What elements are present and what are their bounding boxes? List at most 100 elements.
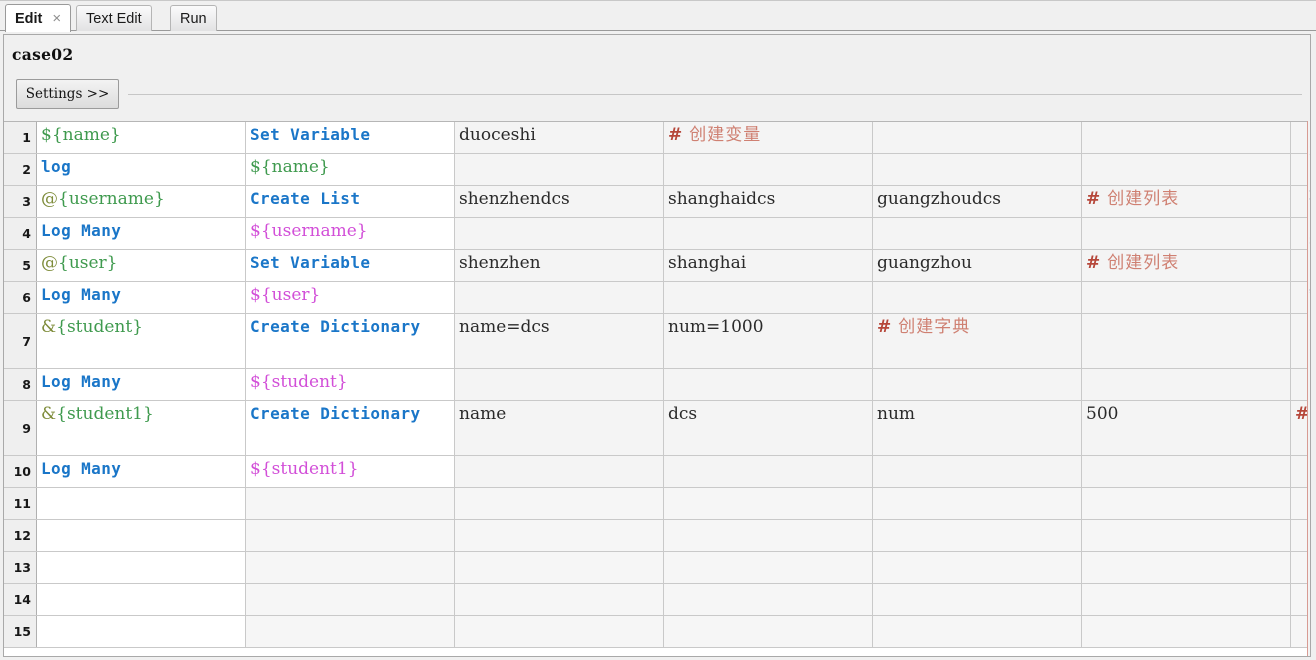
grid-cell[interactable]: shenzhendcs xyxy=(455,186,664,217)
grid-cell[interactable] xyxy=(1082,154,1291,185)
grid-cell[interactable]: &{student1} xyxy=(37,401,246,455)
grid-cell[interactable]: duoceshi xyxy=(455,122,664,153)
grid-cell[interactable]: Create Dictionary xyxy=(246,401,455,455)
grid-row[interactable]: 8 Log Many ${student} xyxy=(4,369,1310,401)
grid-cell[interactable]: Set Variable xyxy=(246,122,455,153)
grid-cell[interactable] xyxy=(455,456,664,487)
grid-cell[interactable] xyxy=(455,154,664,185)
grid-cell[interactable] xyxy=(1082,369,1291,400)
grid-cell[interactable]: 500 xyxy=(1082,401,1291,455)
grid-cell[interactable] xyxy=(1082,584,1291,615)
grid-cell[interactable] xyxy=(37,520,246,551)
grid-cell[interactable] xyxy=(1082,218,1291,249)
grid-cell[interactable] xyxy=(664,520,873,551)
grid-cell[interactable]: @{username} xyxy=(37,186,246,217)
grid-cell[interactable]: log xyxy=(37,154,246,185)
grid-row[interactable]: 15 xyxy=(4,616,1310,648)
grid-cell[interactable] xyxy=(873,218,1082,249)
grid-cell[interactable]: # 创建变量 xyxy=(664,122,873,153)
grid-cell[interactable] xyxy=(1082,520,1291,551)
row-number-6[interactable]: 6 xyxy=(4,282,37,313)
grid-cell[interactable] xyxy=(37,488,246,519)
row-number-9[interactable]: 9 xyxy=(4,401,37,455)
grid-cell[interactable] xyxy=(246,552,455,583)
grid-cell[interactable] xyxy=(873,520,1082,551)
tab-run[interactable]: Run xyxy=(170,5,217,31)
grid-row[interactable]: 6 Log Many ${user} xyxy=(4,282,1310,314)
grid-cell[interactable]: num xyxy=(873,401,1082,455)
grid-cell[interactable] xyxy=(455,552,664,583)
grid-cell[interactable] xyxy=(246,520,455,551)
grid-cell[interactable] xyxy=(664,616,873,647)
grid-row[interactable]: 9 &{student1} Create Dictionary name dcs num 5… xyxy=(4,401,1310,456)
grid-cell[interactable] xyxy=(1082,488,1291,519)
grid-row[interactable]: 2 log ${name} xyxy=(4,154,1310,186)
grid-cell[interactable]: name xyxy=(455,401,664,455)
grid-cell[interactable] xyxy=(873,456,1082,487)
grid-cell[interactable]: # 创建列表 xyxy=(1082,250,1291,281)
grid-cell[interactable] xyxy=(1082,314,1291,368)
grid-cell[interactable] xyxy=(455,520,664,551)
grid-cell[interactable] xyxy=(455,369,664,400)
grid-cell[interactable]: # 创建字典 xyxy=(873,314,1082,368)
grid-cell[interactable] xyxy=(1082,282,1291,313)
grid-cell[interactable]: name=dcs xyxy=(455,314,664,368)
grid-cell[interactable] xyxy=(1082,552,1291,583)
row-number-4[interactable]: 4 xyxy=(4,218,37,249)
grid-cell[interactable]: Log Many xyxy=(37,456,246,487)
grid-row[interactable]: 11 xyxy=(4,488,1310,520)
tab-text-edit[interactable]: Text Edit xyxy=(76,5,152,31)
grid-cell[interactable]: &{student} xyxy=(37,314,246,368)
grid-cell[interactable] xyxy=(664,154,873,185)
grid-row[interactable]: 5 @{user} Set Variable shenzhen shanghai guan… xyxy=(4,250,1310,282)
row-number-10[interactable]: 10 xyxy=(4,456,37,487)
settings-button[interactable]: Settings >> xyxy=(16,79,119,109)
grid-cell[interactable]: ${username} xyxy=(246,218,455,249)
row-number-12[interactable]: 12 xyxy=(4,520,37,551)
grid-cell[interactable] xyxy=(664,369,873,400)
grid-cell[interactable] xyxy=(873,488,1082,519)
grid-cell[interactable] xyxy=(873,584,1082,615)
grid-cell[interactable] xyxy=(455,218,664,249)
grid-cell[interactable] xyxy=(1082,456,1291,487)
row-number-2[interactable]: 2 xyxy=(4,154,37,185)
close-icon[interactable]: × xyxy=(52,11,61,26)
test-step-grid[interactable]: 1 ${name} Set Variable duoceshi # 创建变量 2 log ${n… xyxy=(4,121,1310,656)
grid-cell[interactable] xyxy=(37,584,246,615)
grid-cell[interactable] xyxy=(1082,122,1291,153)
grid-cell[interactable]: guangzhou xyxy=(873,250,1082,281)
grid-cell[interactable] xyxy=(664,456,873,487)
grid-cell[interactable] xyxy=(664,488,873,519)
grid-cell[interactable] xyxy=(873,552,1082,583)
grid-row[interactable]: 7 &{student} Create Dictionary name=dcs num=… xyxy=(4,314,1310,369)
grid-cell[interactable] xyxy=(1082,616,1291,647)
grid-cell[interactable] xyxy=(246,616,455,647)
row-number-13[interactable]: 13 xyxy=(4,552,37,583)
grid-row[interactable]: 13 xyxy=(4,552,1310,584)
grid-cell[interactable] xyxy=(873,154,1082,185)
grid-cell[interactable] xyxy=(37,552,246,583)
grid-cell[interactable]: @{user} xyxy=(37,250,246,281)
row-number-3[interactable]: 3 xyxy=(4,186,37,217)
grid-cell[interactable] xyxy=(664,584,873,615)
row-number-7[interactable]: 7 xyxy=(4,314,37,368)
grid-cell[interactable] xyxy=(873,616,1082,647)
grid-row[interactable]: 4 Log Many ${username} xyxy=(4,218,1310,250)
grid-row[interactable]: 10 Log Many ${student1} xyxy=(4,456,1310,488)
grid-cell[interactable]: dcs xyxy=(664,401,873,455)
grid-cell[interactable]: shanghaidcs xyxy=(664,186,873,217)
grid-cell[interactable]: ${student1} xyxy=(246,456,455,487)
grid-cell[interactable]: ${name} xyxy=(37,122,246,153)
grid-cell[interactable]: guangzhoudcs xyxy=(873,186,1082,217)
grid-cell[interactable] xyxy=(455,488,664,519)
grid-cell[interactable] xyxy=(664,282,873,313)
grid-cell[interactable] xyxy=(37,616,246,647)
grid-cell[interactable]: num=1000 xyxy=(664,314,873,368)
row-number-1[interactable]: 1 xyxy=(4,122,37,153)
grid-cell[interactable] xyxy=(873,122,1082,153)
grid-cell[interactable] xyxy=(664,552,873,583)
grid-cell[interactable]: Log Many xyxy=(37,369,246,400)
grid-row[interactable]: 12 xyxy=(4,520,1310,552)
grid-cell[interactable]: # 创建列表 xyxy=(1082,186,1291,217)
grid-row[interactable]: 14 xyxy=(4,584,1310,616)
